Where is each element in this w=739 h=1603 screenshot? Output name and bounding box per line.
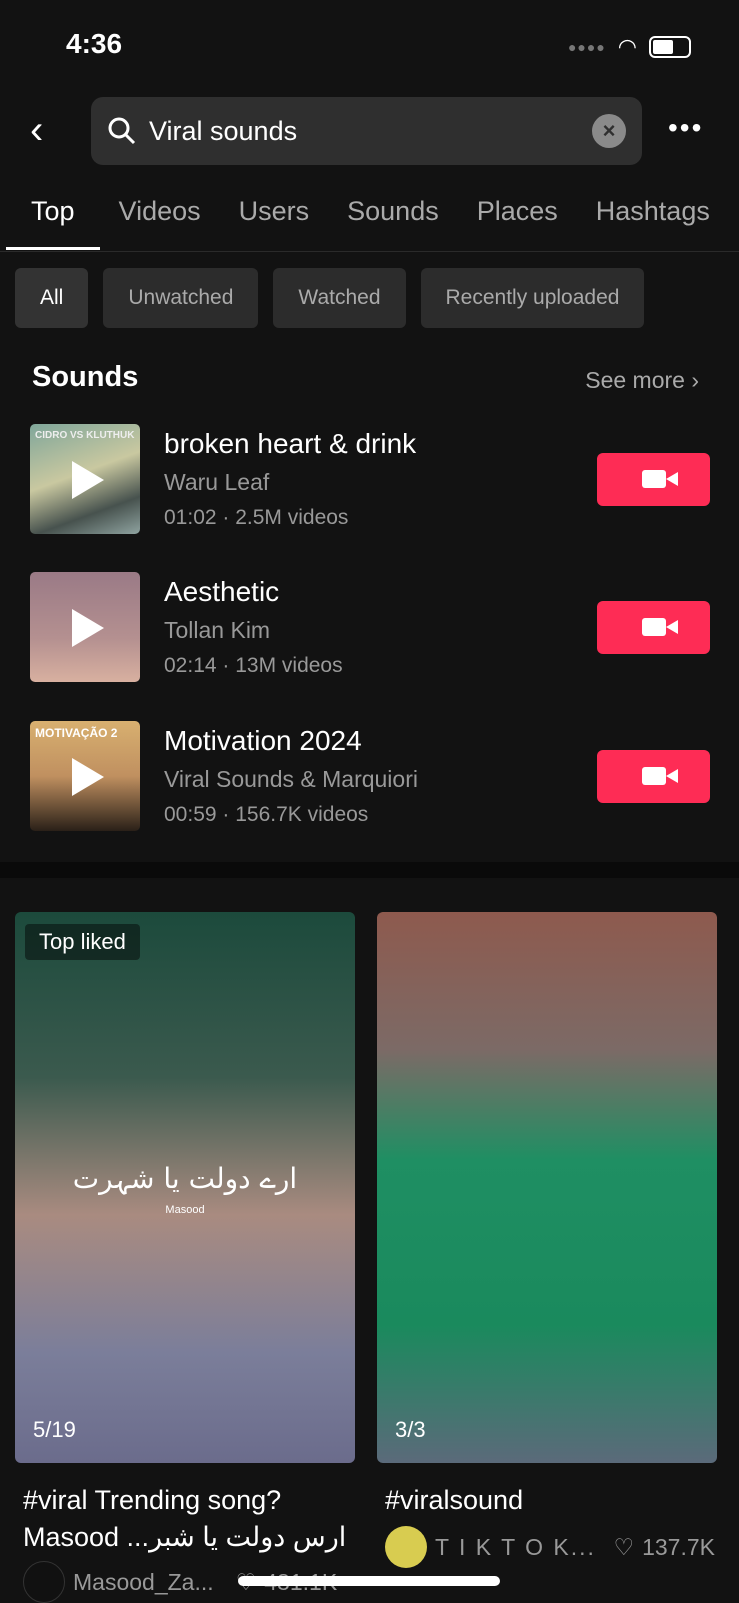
sound-item[interactable]: CIDRO VS KLUTHUK broken heart & drink Wa… bbox=[30, 424, 710, 534]
search-input[interactable]: Viral sounds × bbox=[91, 97, 642, 165]
like-count: 137.7K bbox=[642, 1533, 715, 1560]
video-camera-icon bbox=[641, 618, 678, 636]
top-liked-badge: Top liked bbox=[25, 924, 140, 960]
clear-icon[interactable]: × bbox=[592, 114, 626, 148]
tab-bar: Top Videos Users Sounds Places Hashtags bbox=[0, 196, 729, 250]
cover-text: CIDRO VS KLUTHUK bbox=[35, 430, 135, 441]
tab-hashtags[interactable]: Hashtags bbox=[577, 196, 729, 250]
see-more-link[interactable]: See more › bbox=[585, 367, 699, 394]
sound-artist: Viral Sounds & Marquiori bbox=[164, 766, 418, 792]
filter-chips: All Unwatched Watched Recently uploaded bbox=[15, 268, 645, 328]
sound-meta: 00:59 · 156.7K videos bbox=[164, 803, 369, 826]
video-card[interactable]: 3/3 bbox=[377, 912, 717, 1463]
sound-title: Motivation 2024 bbox=[164, 725, 362, 756]
sound-artist: Waru Leaf bbox=[164, 469, 270, 495]
play-icon[interactable] bbox=[72, 758, 104, 796]
sound-item[interactable]: MOTIVAÇÃO 2 Motivation 2024 Viral Sounds… bbox=[30, 721, 710, 831]
tab-top[interactable]: Top bbox=[6, 196, 100, 250]
sound-cover: MOTIVAÇÃO 2 bbox=[30, 721, 140, 831]
video-overlay-text: ارے دولت یا شہرت bbox=[72, 1162, 298, 1195]
section-divider bbox=[0, 862, 739, 878]
sound-item[interactable]: Aesthetic Tollan Kim 02:14 · 13M videos bbox=[30, 572, 710, 682]
use-sound-button[interactable] bbox=[597, 452, 710, 506]
home-indicator bbox=[238, 1576, 500, 1586]
use-sound-button[interactable] bbox=[597, 600, 710, 654]
filter-all[interactable]: All bbox=[15, 268, 89, 328]
cover-text: MOTIVAÇÃO 2 bbox=[35, 726, 118, 740]
status-time: 4:36 bbox=[66, 28, 123, 59]
sound-artist: Tollan Kim bbox=[164, 617, 271, 643]
author-name: Masood_Za... bbox=[73, 1568, 214, 1595]
more-icon[interactable]: ••• bbox=[668, 112, 703, 144]
photo-counter: 5/19 bbox=[33, 1417, 76, 1442]
video-caption[interactable]: #viralsound bbox=[385, 1482, 523, 1519]
signal-icon: ●●●● bbox=[567, 39, 606, 55]
search-icon bbox=[108, 117, 136, 145]
sound-title: Aesthetic bbox=[164, 576, 280, 607]
video-card[interactable]: Top liked ارے دولت یا شہرت Masood 5/19 bbox=[15, 912, 355, 1463]
play-icon[interactable] bbox=[72, 609, 104, 647]
avatar bbox=[23, 1561, 65, 1603]
heart-icon: ♡ bbox=[613, 1533, 635, 1560]
sound-title: broken heart & drink bbox=[164, 428, 417, 459]
back-icon[interactable]: ‹ bbox=[30, 108, 43, 153]
avatar bbox=[385, 1526, 427, 1568]
search-query: Viral sounds bbox=[149, 115, 298, 146]
status-icons: ●●●● ◠ bbox=[568, 34, 691, 60]
video-camera-icon bbox=[641, 767, 678, 785]
video-camera-icon bbox=[641, 470, 678, 488]
sound-cover bbox=[30, 572, 140, 682]
wifi-icon: ◠ bbox=[617, 34, 637, 59]
video-author[interactable]: T I K T O K... ♡ 137.7K bbox=[385, 1526, 715, 1568]
photo-counter: 3/3 bbox=[395, 1417, 426, 1442]
play-icon[interactable] bbox=[72, 461, 104, 499]
tab-sounds[interactable]: Sounds bbox=[328, 196, 458, 250]
tab-users[interactable]: Users bbox=[220, 196, 329, 250]
divider bbox=[0, 251, 739, 252]
section-title: Sounds bbox=[32, 361, 139, 393]
author-name: T I K T O K... bbox=[435, 1533, 596, 1560]
filter-watched[interactable]: Watched bbox=[273, 268, 406, 328]
sound-cover: CIDRO VS KLUTHUK bbox=[30, 424, 140, 534]
video-overlay-name: Masood bbox=[165, 1204, 205, 1216]
use-sound-button[interactable] bbox=[597, 749, 710, 803]
video-caption[interactable]: #viral Trending song? Masood ...ارس دولت… bbox=[23, 1482, 353, 1556]
sound-meta: 02:14 · 13M videos bbox=[164, 654, 343, 677]
tab-videos[interactable]: Videos bbox=[100, 196, 220, 250]
filter-recently-uploaded[interactable]: Recently uploaded bbox=[420, 268, 645, 328]
sound-meta: 01:02 · 2.5M videos bbox=[164, 506, 349, 529]
battery-icon bbox=[649, 36, 691, 58]
tab-places[interactable]: Places bbox=[458, 196, 577, 250]
filter-unwatched[interactable]: Unwatched bbox=[103, 268, 259, 328]
